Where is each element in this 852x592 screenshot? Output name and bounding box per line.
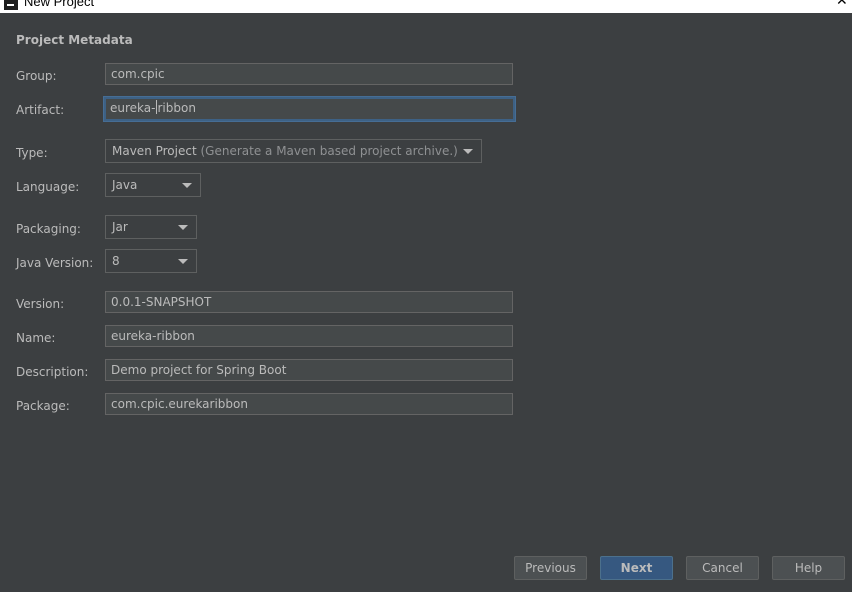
package-input[interactable]: com.cpic.eurekaribbon — [105, 393, 513, 415]
artifact-input[interactable]: eureka-ribbon — [104, 97, 515, 121]
package-label: Package: — [16, 399, 70, 413]
previous-button[interactable]: Previous — [514, 556, 587, 580]
group-input[interactable]: com.cpic — [105, 63, 513, 85]
java-version-value: 8 — [112, 254, 120, 268]
java-version-select[interactable]: 8 — [105, 249, 197, 273]
arrow-down-icon — [178, 259, 188, 264]
language-value: Java — [112, 178, 138, 192]
type-hint: (Generate a Maven based project archive.… — [196, 144, 458, 158]
version-label: Version: — [16, 297, 65, 311]
description-label: Description: — [16, 365, 89, 379]
type-value: Maven Project — [112, 144, 197, 158]
package-value: com.cpic.eurekaribbon — [111, 397, 248, 411]
packaging-value: Jar — [112, 220, 128, 234]
name-label: Name: — [16, 331, 56, 345]
language-label: Language: — [16, 180, 80, 194]
close-icon[interactable]: ✕ — [836, 0, 848, 9]
window-title: New Project — [24, 0, 95, 9]
java-version-label: Java Version: — [16, 256, 94, 270]
arrow-down-icon — [463, 149, 473, 154]
next-button[interactable]: Next — [600, 556, 673, 580]
name-value: eureka-ribbon — [111, 329, 195, 343]
packaging-select[interactable]: Jar — [105, 215, 197, 239]
title-bar: New Project ✕ — [0, 0, 852, 13]
arrow-down-icon — [182, 183, 192, 188]
section-title: Project Metadata — [16, 33, 133, 47]
intellij-app-icon — [4, 0, 18, 10]
arrow-down-icon — [178, 225, 188, 230]
cancel-button[interactable]: Cancel — [686, 556, 759, 580]
description-input[interactable]: Demo project for Spring Boot — [105, 359, 513, 381]
name-input[interactable]: eureka-ribbon — [105, 325, 513, 347]
group-value: com.cpic — [111, 67, 165, 81]
version-input[interactable]: 0.0.1-SNAPSHOT — [105, 291, 513, 313]
language-select[interactable]: Java — [105, 173, 201, 197]
help-button[interactable]: Help — [772, 556, 845, 580]
artifact-value-before-caret: eureka- — [110, 101, 156, 115]
type-select[interactable]: Maven Project (Generate a Maven based pr… — [105, 139, 482, 163]
packaging-label: Packaging: — [16, 222, 81, 236]
description-value: Demo project for Spring Boot — [111, 363, 287, 377]
artifact-value-after-caret: ribbon — [157, 101, 196, 115]
artifact-label: Artifact: — [16, 103, 65, 117]
version-value: 0.0.1-SNAPSHOT — [111, 295, 212, 309]
group-label: Group: — [16, 69, 57, 83]
type-label: Type: — [16, 146, 48, 160]
